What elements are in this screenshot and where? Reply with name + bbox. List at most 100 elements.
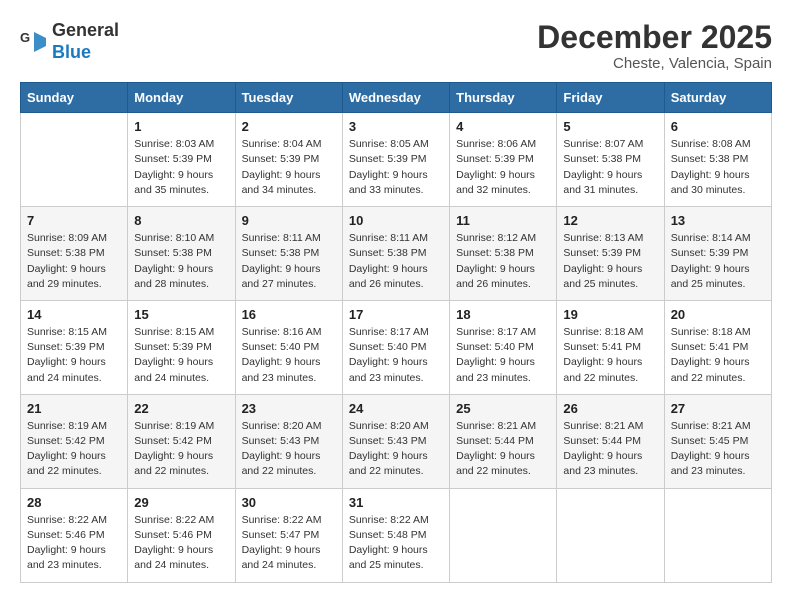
daylight: Daylight: 9 hours and 24 minutes. (242, 544, 321, 571)
day-info: Sunrise: 8:10 AM Sunset: 5:38 PM Dayligh… (134, 231, 228, 292)
daylight: Daylight: 9 hours and 22 minutes. (134, 450, 213, 477)
week-row-3: 21 Sunrise: 8:19 AM Sunset: 5:42 PM Dayl… (21, 394, 772, 488)
day-number: 1 (134, 119, 228, 134)
calendar-cell: 8 Sunrise: 8:10 AM Sunset: 5:38 PM Dayli… (128, 207, 235, 301)
day-number: 19 (563, 307, 657, 322)
day-info: Sunrise: 8:20 AM Sunset: 5:43 PM Dayligh… (242, 419, 336, 480)
day-info: Sunrise: 8:12 AM Sunset: 5:38 PM Dayligh… (456, 231, 550, 292)
calendar-cell: 24 Sunrise: 8:20 AM Sunset: 5:43 PM Dayl… (342, 394, 449, 488)
daylight: Daylight: 9 hours and 29 minutes. (27, 263, 106, 290)
week-row-2: 14 Sunrise: 8:15 AM Sunset: 5:39 PM Dayl… (21, 300, 772, 394)
calendar-cell: 31 Sunrise: 8:22 AM Sunset: 5:48 PM Dayl… (342, 488, 449, 582)
svg-text:G: G (20, 30, 30, 45)
sunset: Sunset: 5:41 PM (563, 341, 641, 353)
sunrise: Sunrise: 8:18 AM (563, 326, 643, 338)
sunrise: Sunrise: 8:19 AM (134, 420, 214, 432)
daylight: Daylight: 9 hours and 23 minutes. (671, 450, 750, 477)
daylight: Daylight: 9 hours and 23 minutes. (349, 356, 428, 383)
week-row-4: 28 Sunrise: 8:22 AM Sunset: 5:46 PM Dayl… (21, 488, 772, 582)
sunset: Sunset: 5:38 PM (349, 247, 427, 259)
calendar-cell: 28 Sunrise: 8:22 AM Sunset: 5:46 PM Dayl… (21, 488, 128, 582)
day-info: Sunrise: 8:22 AM Sunset: 5:48 PM Dayligh… (349, 513, 443, 574)
calendar-cell (21, 113, 128, 207)
day-info: Sunrise: 8:21 AM Sunset: 5:44 PM Dayligh… (563, 419, 657, 480)
sunset: Sunset: 5:39 PM (456, 153, 534, 165)
day-info: Sunrise: 8:22 AM Sunset: 5:47 PM Dayligh… (242, 513, 336, 574)
daylight: Daylight: 9 hours and 26 minutes. (349, 263, 428, 290)
sunset: Sunset: 5:39 PM (563, 247, 641, 259)
calendar-cell: 26 Sunrise: 8:21 AM Sunset: 5:44 PM Dayl… (557, 394, 664, 488)
daylight: Daylight: 9 hours and 25 minutes. (563, 263, 642, 290)
logo-text: General Blue (52, 20, 119, 63)
calendar-cell (450, 488, 557, 582)
daylight: Daylight: 9 hours and 26 minutes. (456, 263, 535, 290)
header-day-tuesday: Tuesday (235, 83, 342, 113)
daylight: Daylight: 9 hours and 30 minutes. (671, 169, 750, 196)
header-day-friday: Friday (557, 83, 664, 113)
sunset: Sunset: 5:38 PM (456, 247, 534, 259)
calendar-cell: 16 Sunrise: 8:16 AM Sunset: 5:40 PM Dayl… (235, 300, 342, 394)
sunrise: Sunrise: 8:06 AM (456, 138, 536, 150)
calendar-cell (557, 488, 664, 582)
sunrise: Sunrise: 8:05 AM (349, 138, 429, 150)
daylight: Daylight: 9 hours and 34 minutes. (242, 169, 321, 196)
calendar-cell: 10 Sunrise: 8:11 AM Sunset: 5:38 PM Dayl… (342, 207, 449, 301)
sunrise: Sunrise: 8:11 AM (349, 232, 428, 244)
calendar-cell: 1 Sunrise: 8:03 AM Sunset: 5:39 PM Dayli… (128, 113, 235, 207)
calendar-body: 1 Sunrise: 8:03 AM Sunset: 5:39 PM Dayli… (21, 113, 772, 582)
day-number: 24 (349, 401, 443, 416)
calendar-cell: 2 Sunrise: 8:04 AM Sunset: 5:39 PM Dayli… (235, 113, 342, 207)
day-number: 14 (27, 307, 121, 322)
daylight: Daylight: 9 hours and 22 minutes. (349, 450, 428, 477)
calendar-cell: 21 Sunrise: 8:19 AM Sunset: 5:42 PM Dayl… (21, 394, 128, 488)
sunrise: Sunrise: 8:17 AM (349, 326, 429, 338)
calendar-cell: 19 Sunrise: 8:18 AM Sunset: 5:41 PM Dayl… (557, 300, 664, 394)
day-number: 31 (349, 495, 443, 510)
calendar-cell: 14 Sunrise: 8:15 AM Sunset: 5:39 PM Dayl… (21, 300, 128, 394)
calendar-cell (664, 488, 771, 582)
sunrise: Sunrise: 8:10 AM (134, 232, 214, 244)
sunset: Sunset: 5:40 PM (242, 341, 320, 353)
day-number: 15 (134, 307, 228, 322)
day-info: Sunrise: 8:04 AM Sunset: 5:39 PM Dayligh… (242, 137, 336, 198)
day-number: 27 (671, 401, 765, 416)
daylight: Daylight: 9 hours and 24 minutes. (134, 356, 213, 383)
sunrise: Sunrise: 8:21 AM (671, 420, 751, 432)
calendar-cell: 17 Sunrise: 8:17 AM Sunset: 5:40 PM Dayl… (342, 300, 449, 394)
day-number: 22 (134, 401, 228, 416)
sunrise: Sunrise: 8:16 AM (242, 326, 322, 338)
day-info: Sunrise: 8:15 AM Sunset: 5:39 PM Dayligh… (134, 325, 228, 386)
sunrise: Sunrise: 8:21 AM (563, 420, 643, 432)
sunset: Sunset: 5:43 PM (242, 435, 320, 447)
day-info: Sunrise: 8:20 AM Sunset: 5:43 PM Dayligh… (349, 419, 443, 480)
daylight: Daylight: 9 hours and 24 minutes. (134, 544, 213, 571)
calendar-cell: 22 Sunrise: 8:19 AM Sunset: 5:42 PM Dayl… (128, 394, 235, 488)
header-day-wednesday: Wednesday (342, 83, 449, 113)
daylight: Daylight: 9 hours and 22 minutes. (242, 450, 321, 477)
calendar-cell: 7 Sunrise: 8:09 AM Sunset: 5:38 PM Dayli… (21, 207, 128, 301)
calendar-cell: 11 Sunrise: 8:12 AM Sunset: 5:38 PM Dayl… (450, 207, 557, 301)
sunrise: Sunrise: 8:22 AM (27, 514, 107, 526)
day-number: 29 (134, 495, 228, 510)
sunrise: Sunrise: 8:03 AM (134, 138, 214, 150)
sunrise: Sunrise: 8:20 AM (349, 420, 429, 432)
sunrise: Sunrise: 8:17 AM (456, 326, 536, 338)
calendar-cell: 20 Sunrise: 8:18 AM Sunset: 5:41 PM Dayl… (664, 300, 771, 394)
calendar-cell: 12 Sunrise: 8:13 AM Sunset: 5:39 PM Dayl… (557, 207, 664, 301)
sunset: Sunset: 5:40 PM (456, 341, 534, 353)
week-row-0: 1 Sunrise: 8:03 AM Sunset: 5:39 PM Dayli… (21, 113, 772, 207)
sunset: Sunset: 5:41 PM (671, 341, 749, 353)
day-info: Sunrise: 8:11 AM Sunset: 5:38 PM Dayligh… (242, 231, 336, 292)
sunset: Sunset: 5:46 PM (134, 529, 212, 541)
day-number: 13 (671, 213, 765, 228)
sunset: Sunset: 5:39 PM (134, 153, 212, 165)
header-row: SundayMondayTuesdayWednesdayThursdayFrid… (21, 83, 772, 113)
sunrise: Sunrise: 8:19 AM (27, 420, 107, 432)
sunset: Sunset: 5:46 PM (27, 529, 105, 541)
day-number: 4 (456, 119, 550, 134)
calendar-cell: 29 Sunrise: 8:22 AM Sunset: 5:46 PM Dayl… (128, 488, 235, 582)
sunrise: Sunrise: 8:20 AM (242, 420, 322, 432)
daylight: Daylight: 9 hours and 25 minutes. (671, 263, 750, 290)
sunset: Sunset: 5:39 PM (242, 153, 320, 165)
sunrise: Sunrise: 8:22 AM (242, 514, 322, 526)
